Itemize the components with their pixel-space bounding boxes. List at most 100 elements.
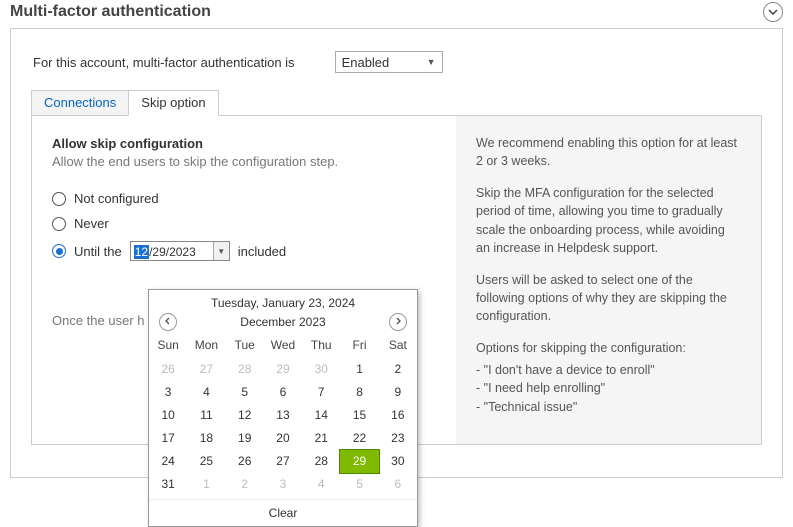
- calendar-dow: Tue: [226, 334, 264, 358]
- calendar-day[interactable]: 6: [379, 473, 417, 496]
- info-paragraph: We recommend enabling this option for at…: [476, 134, 741, 170]
- calendar-day[interactable]: 6: [264, 381, 302, 404]
- info-panel: We recommend enabling this option for at…: [456, 116, 761, 444]
- mfa-status-row: For this account, multi-factor authentic…: [11, 29, 782, 89]
- mfa-status-label: For this account, multi-factor authentic…: [33, 55, 295, 70]
- calendar-day[interactable]: 4: [302, 473, 340, 496]
- arrow-right-icon: [394, 316, 402, 328]
- chevron-down-icon: ▼: [427, 57, 436, 67]
- calendar-day[interactable]: 27: [264, 450, 302, 473]
- calendar-day[interactable]: 19: [226, 427, 264, 450]
- calendar-day[interactable]: 20: [264, 427, 302, 450]
- radio-label: Until the: [74, 244, 122, 259]
- info-options-list: "I don't have a device to enroll" "I nee…: [476, 361, 741, 415]
- calendar-grid: SunMonTueWedThuFriSat 262728293012345678…: [149, 334, 417, 496]
- calendar-day[interactable]: 29: [264, 358, 302, 381]
- radio-label: Never: [74, 216, 109, 231]
- calendar-dow: Thu: [302, 334, 340, 358]
- calendar-day[interactable]: 4: [187, 381, 225, 404]
- radio-until[interactable]: [52, 244, 66, 258]
- calendar-day[interactable]: 18: [187, 427, 225, 450]
- tabstrip: Connections Skip option: [11, 89, 782, 115]
- calendar-day[interactable]: 8: [340, 381, 378, 404]
- calendar-day[interactable]: 27: [187, 358, 225, 381]
- info-option: "I need help enrolling": [476, 379, 741, 397]
- until-date-input[interactable]: 12/29/2023 ▼: [130, 241, 230, 261]
- info-option: "I don't have a device to enroll": [476, 361, 741, 379]
- calendar-day[interactable]: 25: [187, 450, 225, 473]
- chevron-down-icon: ▼: [217, 247, 225, 256]
- radio-label: Not configured: [74, 191, 159, 206]
- info-option: "Technical issue": [476, 398, 741, 416]
- section-title: Multi-factor authentication: [10, 3, 763, 21]
- calendar-day[interactable]: 29: [340, 450, 378, 473]
- date-picker-month-label[interactable]: December 2023: [240, 315, 325, 329]
- included-label: included: [238, 244, 286, 259]
- skip-heading: Allow skip configuration: [52, 136, 436, 151]
- mfa-status-dropdown[interactable]: Enabled ▼: [335, 51, 443, 73]
- section-header: Multi-factor authentication: [0, 0, 793, 28]
- info-paragraph: Skip the MFA configuration for the selec…: [476, 184, 741, 257]
- calendar-dow: Wed: [264, 334, 302, 358]
- calendar-day[interactable]: 21: [302, 427, 340, 450]
- until-date-dropdown-button[interactable]: ▼: [213, 242, 229, 260]
- calendar-day[interactable]: 11: [187, 404, 225, 427]
- radio-row-not-configured[interactable]: Not configured: [52, 191, 436, 206]
- date-picker-popup: Tuesday, January 23, 2024 December 2023 …: [148, 289, 418, 527]
- calendar-day[interactable]: 30: [302, 358, 340, 381]
- date-rest: /29/2023: [149, 245, 196, 259]
- collapse-toggle[interactable]: [763, 2, 783, 22]
- date-picker-clear-button[interactable]: Clear: [149, 499, 417, 522]
- next-month-button[interactable]: [389, 313, 407, 331]
- calendar-day[interactable]: 15: [340, 404, 378, 427]
- calendar-day[interactable]: 12: [226, 404, 264, 427]
- calendar-day[interactable]: 28: [302, 450, 340, 473]
- info-paragraph: Users will be asked to select one of the…: [476, 271, 741, 325]
- mfa-status-value: Enabled: [342, 55, 390, 70]
- calendar-day[interactable]: 10: [149, 404, 187, 427]
- until-date-text[interactable]: 12/29/2023: [131, 242, 213, 260]
- radio-row-never[interactable]: Never: [52, 216, 436, 231]
- tab-skip-option[interactable]: Skip option: [128, 90, 218, 116]
- radio-row-until[interactable]: Until the 12/29/2023 ▼ included: [52, 241, 436, 261]
- chevron-down-icon: [768, 7, 778, 18]
- calendar-day[interactable]: 28: [226, 358, 264, 381]
- radio-never[interactable]: [52, 217, 66, 231]
- calendar-day[interactable]: 14: [302, 404, 340, 427]
- calendar-day[interactable]: 30: [379, 450, 417, 473]
- calendar-day[interactable]: 17: [149, 427, 187, 450]
- calendar-day[interactable]: 9: [379, 381, 417, 404]
- calendar-day[interactable]: 24: [149, 450, 187, 473]
- calendar-day[interactable]: 3: [149, 381, 187, 404]
- calendar-day[interactable]: 22: [340, 427, 378, 450]
- calendar-day[interactable]: 2: [226, 473, 264, 496]
- calendar-dow: Sat: [379, 334, 417, 358]
- calendar-dow: Mon: [187, 334, 225, 358]
- calendar-dow: Sun: [149, 334, 187, 358]
- arrow-left-icon: [164, 316, 172, 328]
- calendar-day[interactable]: 5: [340, 473, 378, 496]
- date-selected-segment: 12: [134, 245, 149, 259]
- calendar-day[interactable]: 31: [149, 473, 187, 496]
- calendar-day[interactable]: 13: [264, 404, 302, 427]
- calendar-day[interactable]: 23: [379, 427, 417, 450]
- prev-month-button[interactable]: [159, 313, 177, 331]
- calendar-day[interactable]: 5: [226, 381, 264, 404]
- calendar-day[interactable]: 26: [149, 358, 187, 381]
- calendar-day[interactable]: 26: [226, 450, 264, 473]
- info-options-label: Options for skipping the configuration:: [476, 339, 741, 357]
- skip-subtext: Allow the end users to skip the configur…: [52, 153, 352, 171]
- tab-label: Connections: [44, 95, 116, 110]
- calendar-day[interactable]: 16: [379, 404, 417, 427]
- calendar-dow: Fri: [340, 334, 378, 358]
- radio-not-configured[interactable]: [52, 192, 66, 206]
- calendar-day[interactable]: 2: [379, 358, 417, 381]
- date-picker-today-line[interactable]: Tuesday, January 23, 2024: [149, 290, 417, 313]
- calendar-day[interactable]: 3: [264, 473, 302, 496]
- tab-label: Skip option: [141, 95, 205, 110]
- calendar-day[interactable]: 1: [187, 473, 225, 496]
- date-picker-nav: December 2023: [149, 313, 417, 334]
- tab-connections[interactable]: Connections: [31, 90, 129, 116]
- calendar-day[interactable]: 7: [302, 381, 340, 404]
- calendar-day[interactable]: 1: [340, 358, 378, 381]
